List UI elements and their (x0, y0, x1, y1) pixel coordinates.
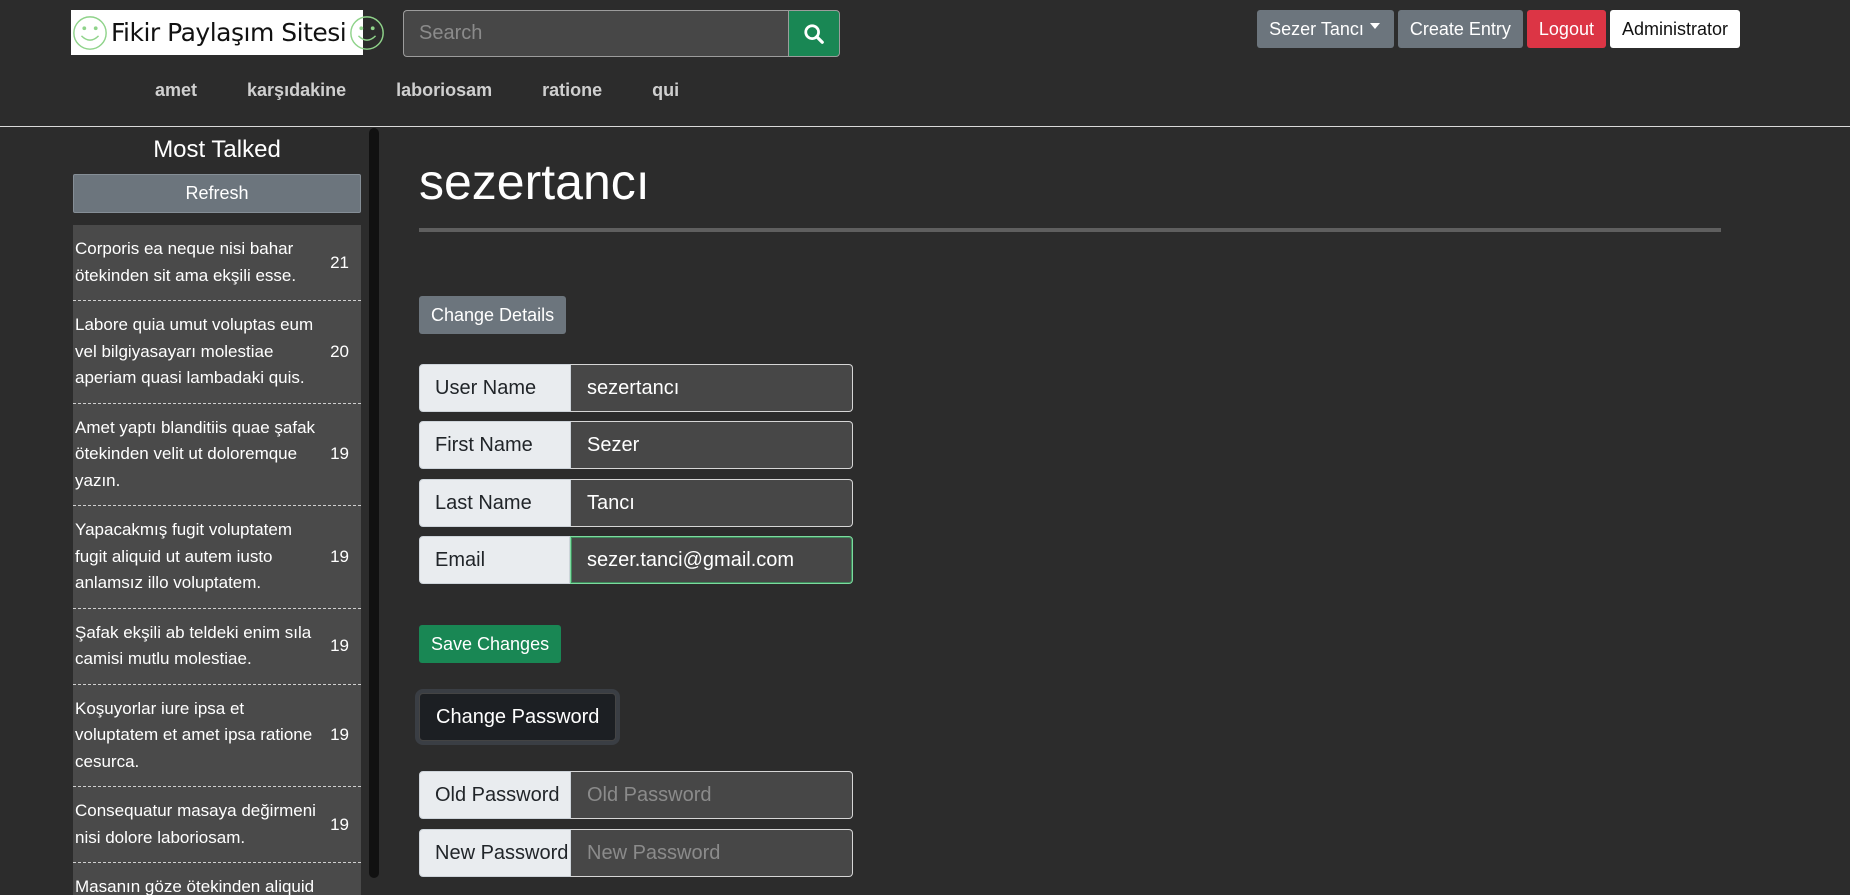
email-field: Email (419, 536, 853, 584)
change-details-button[interactable]: Change Details (419, 296, 567, 334)
topic-count: 19 (330, 636, 349, 655)
topic-count: 20 (330, 341, 349, 361)
page-title: sezertancı (419, 154, 650, 210)
new-password-field: New Password (419, 829, 853, 877)
topic-item[interactable]: Şafak ekşili ab teldeki enim sıla camisi… (73, 609, 361, 685)
save-changes-button[interactable]: Save Changes (419, 625, 562, 663)
topic-item[interactable]: Koşuyorlar iure ipsa et voluptatem et am… (73, 685, 361, 787)
topic-item[interactable]: Masanın göze ötekinden aliquid (73, 863, 361, 895)
user-menu-button[interactable]: Sezer Tancı (1257, 10, 1394, 48)
change-password-button[interactable]: Change Password (419, 693, 617, 741)
topic-count: 19 (330, 444, 349, 464)
field-label: Last Name (419, 479, 571, 527)
logo-text: Fikir Paylaşım Sitesi (111, 18, 347, 47)
sidebar-scrollbar[interactable] (369, 128, 379, 878)
sidebar-title: Most Talked (153, 136, 281, 163)
topic-text: Labore quia umut voluptas eum vel bilgiy… (75, 315, 314, 387)
topic-count: 19 (330, 814, 349, 834)
logout-button[interactable]: Logout (1526, 10, 1606, 48)
topic-count: 19 (330, 725, 349, 745)
nav-item-karsidakine[interactable]: karşıdakine (247, 80, 346, 101)
topic-text: Koşuyorlar iure ipsa et voluptatem et am… (75, 698, 313, 771)
nav-item-qui[interactable]: qui (652, 80, 679, 101)
topic-item[interactable]: Yapacakmış fugit voluptatem fugit aliqui… (73, 506, 361, 609)
old-password-input[interactable] (571, 771, 853, 819)
sidebar: Most Talked Refresh Corporis ea neque ni… (73, 128, 361, 895)
caret-down-icon (1369, 23, 1380, 29)
topic-text: Yapacakmış fugit voluptatem fugit aliqui… (75, 520, 293, 592)
old-password-field: Old Password (419, 771, 853, 819)
last-name-input[interactable] (571, 479, 853, 527)
topic-text: Masanın göze ötekinden aliquid (75, 877, 315, 895)
nav-item-amet[interactable]: amet (155, 80, 197, 101)
topic-text: Şafak ekşili ab teldeki enim sıla camisi… (75, 622, 312, 669)
last-name-field: Last Name (419, 479, 853, 527)
topic-item[interactable]: Consequatur masaya değirmeni nisi dolore… (73, 787, 361, 863)
topic-list: Corporis ea neque nisi bahar ötekinden s… (73, 225, 361, 895)
topic-text: Amet yaptı blanditiis quae şafak ötekind… (75, 417, 316, 490)
search-bar (403, 10, 840, 57)
topic-count: 19 (330, 546, 349, 566)
username-field: User Name (419, 364, 853, 412)
smiley-icon (350, 15, 385, 50)
header: Fikir Paylaşım Sitesi Sezer Tancı Create… (0, 0, 1850, 127)
topic-text: Corporis ea neque nisi bahar ötekinden s… (75, 239, 297, 285)
first-name-input[interactable] (571, 421, 853, 469)
site-logo[interactable]: Fikir Paylaşım Sitesi (71, 10, 385, 55)
user-menu-label: Sezer Tancı (1269, 18, 1364, 39)
field-label: User Name (419, 364, 571, 412)
nav-item-ratione[interactable]: ratione (542, 80, 602, 101)
topic-text: Consequatur masaya değirmeni nisi dolore… (75, 801, 316, 847)
category-nav: amet karşıdakine laboriosam ratione qui (155, 80, 679, 101)
email-input[interactable] (570, 536, 853, 584)
username-input[interactable] (571, 364, 853, 412)
administrator-button[interactable]: Administrator (1609, 10, 1740, 48)
refresh-button[interactable]: Refresh (73, 174, 361, 213)
smiley-icon (73, 15, 107, 50)
field-label: New Password (419, 829, 571, 877)
field-label: First Name (419, 421, 571, 469)
search-input[interactable] (403, 10, 788, 57)
topic-count: 21 (330, 252, 349, 272)
first-name-field: First Name (419, 421, 853, 469)
topic-item[interactable]: Corporis ea neque nisi bahar ötekinden s… (73, 225, 361, 301)
create-entry-button[interactable]: Create Entry (1397, 10, 1523, 48)
nav-item-laboriosam[interactable]: laboriosam (396, 80, 492, 101)
field-label: Email (419, 536, 570, 584)
search-button[interactable] (788, 10, 840, 57)
topic-item[interactable]: Labore quia umut voluptas eum vel bilgiy… (73, 301, 361, 404)
topic-item[interactable]: Amet yaptı blanditiis quae şafak ötekind… (73, 404, 361, 506)
top-actions: Sezer Tancı Create Entry Logout Administ… (1257, 10, 1740, 48)
title-divider (419, 228, 1721, 232)
search-icon (804, 23, 824, 44)
field-label: Old Password (419, 771, 571, 819)
new-password-input[interactable] (571, 829, 853, 877)
